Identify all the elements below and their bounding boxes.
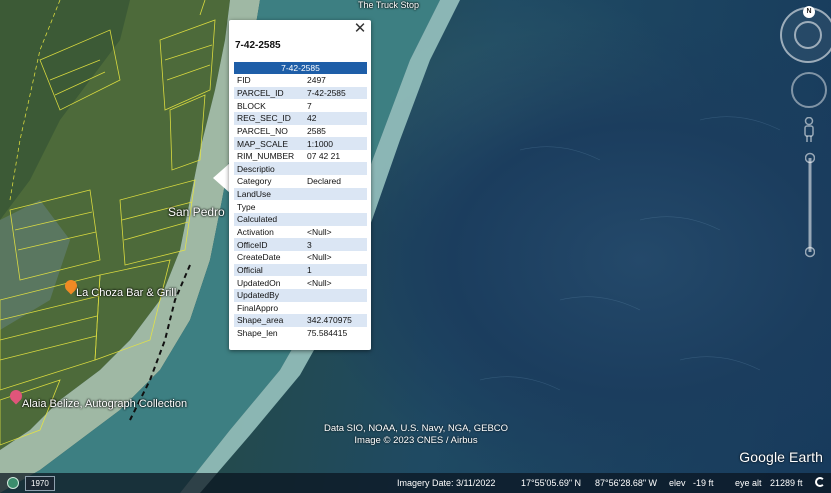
longitude-readout: 87°56'28.68" W — [595, 478, 658, 488]
attribute-key: REG_SEC_ID — [234, 111, 304, 125]
eye-altitude-label: eye alt — [735, 478, 762, 488]
eye-altitude-value: 21289 ft — [770, 478, 803, 488]
attribute-key: BLOCK — [237, 100, 266, 111]
historical-imagery-icon[interactable] — [7, 477, 19, 489]
attribute-row: PARCEL_NO 2585 — [234, 125, 367, 138]
attribute-key: Calculated — [234, 213, 304, 226]
attribute-key: Descriptio — [234, 162, 304, 176]
imagery-attribution: Data SIO, NOAA, U.S. Navy, NGA, GEBCO Im… — [300, 423, 532, 447]
attribute-value — [304, 200, 367, 213]
attribute-value: <Null> — [307, 227, 332, 237]
attribute-key: PARCEL_NO — [237, 125, 288, 136]
attribute-value: 42 — [304, 111, 367, 125]
attribute-row: Official 1 — [234, 263, 367, 277]
attribute-value: 1 — [304, 263, 367, 277]
attribute-key: Type — [237, 201, 256, 212]
attribute-value: Declared — [307, 176, 342, 187]
attribute-value: <Null> — [307, 252, 332, 263]
attribute-key: RIM_NUMBER — [237, 151, 295, 162]
compass-icon[interactable]: N — [780, 6, 831, 63]
hotel-label[interactable]: Alaia Belize, Autograph Collection — [22, 398, 187, 410]
attribute-row: CreateDate <Null> — [234, 251, 367, 264]
attribute-value: 2585 — [307, 125, 326, 136]
imagery-date: Imagery Date: 3/11/2022 — [397, 478, 496, 488]
attribute-value: 75.584415 — [307, 328, 348, 339]
attribute-key: Activation — [237, 227, 274, 237]
attribute-value: 7 — [307, 100, 312, 111]
attribute-value — [304, 162, 367, 176]
attribute-key: MAP_SCALE — [234, 137, 304, 150]
attribute-key: Shape_len — [237, 328, 278, 339]
attribute-row: Activation <Null> — [234, 226, 367, 239]
attribute-row: UpdatedBy — [234, 288, 367, 302]
attribute-key: LandUse — [234, 187, 304, 201]
elevation-value: -19 ft — [693, 478, 714, 488]
attribute-key: OfficeID — [234, 238, 304, 251]
map-view[interactable]: The Truck Stop San Pedro La Choza Bar & … — [0, 0, 831, 493]
attribute-value — [304, 213, 367, 226]
attribute-row: OfficeID 3 — [234, 238, 367, 251]
attribute-key: Category — [237, 176, 272, 187]
attribute-value: 7-42-2585 — [304, 86, 367, 100]
attribute-row: MAP_SCALE 1:1000 — [234, 137, 367, 150]
attribute-key: Official — [234, 263, 304, 277]
street-view-pegman-icon[interactable] — [802, 117, 816, 143]
attribute-row: Calculated — [234, 213, 367, 226]
road-label: The Truck Stop — [358, 0, 420, 10]
attribute-row: Shape_area 342.470975 — [234, 314, 367, 327]
parcel-info-balloon: ✕ 7-42-2585 7-42-2585 FID 2497 PARCEL_ID 7-… — [229, 20, 371, 350]
attribute-value — [304, 288, 367, 302]
attribute-row: REG_SEC_ID 42 — [234, 111, 367, 125]
attribute-row: FID 2497 — [234, 74, 367, 87]
elevation-label: elev — [669, 478, 686, 488]
zoom-slider[interactable] — [805, 152, 815, 260]
loading-spinner-icon — [815, 477, 825, 487]
navigation-controls: N — [771, 0, 831, 270]
attribute-value: 2497 — [307, 75, 326, 86]
balloon-pointer — [213, 163, 230, 193]
attribute-key: Shape_area — [234, 314, 304, 327]
attribute-value: 342.470975 — [304, 314, 367, 327]
attribute-row: UpdatedOn <Null> — [234, 276, 367, 289]
attribute-key: FID — [237, 75, 251, 86]
google-earth-logo: Google Earth — [739, 449, 823, 465]
attribute-key: PARCEL_ID — [234, 86, 304, 100]
status-bar: 1970 Imagery Date: 3/11/2022 17°55'05.69… — [0, 473, 831, 493]
north-indicator[interactable]: N — [803, 6, 815, 18]
close-icon[interactable]: ✕ — [353, 21, 367, 37]
attribute-key: FinalAppro — [237, 302, 279, 313]
attribute-row: RIM_NUMBER 07 42 21 — [234, 150, 367, 163]
attribute-key: UpdatedOn — [237, 277, 281, 288]
attribute-row: LandUse — [234, 187, 367, 201]
attribute-key: UpdatedBy — [234, 288, 304, 302]
attribution-image-line: Image © 2023 CNES / Airbus — [354, 435, 478, 446]
attribute-key: CreateDate — [237, 252, 281, 263]
attribute-row: Descriptio — [234, 162, 367, 176]
historical-year-badge[interactable]: 1970 — [25, 476, 55, 491]
attribute-table-header: 7-42-2585 — [234, 62, 367, 74]
attribute-value: 07 42 21 — [307, 151, 341, 162]
attribute-row: Category Declared — [234, 175, 367, 188]
attribute-value — [304, 302, 367, 315]
attribute-table: 7-42-2585 FID 2497 PARCEL_ID 7-42-2585 BLOCK… — [234, 62, 367, 339]
attribute-value: 3 — [304, 238, 367, 251]
attribute-row: PARCEL_ID 7-42-2585 — [234, 86, 367, 100]
attribute-value: <Null> — [307, 277, 332, 288]
attribute-value — [304, 187, 367, 201]
latitude-readout: 17°55'05.69" N — [521, 478, 582, 488]
look-joystick-icon[interactable] — [791, 72, 827, 108]
attribute-value: 1:1000 — [304, 137, 367, 150]
attribution-data-line: Data SIO, NOAA, U.S. Navy, NGA, GEBCO — [323, 423, 509, 434]
restaurant-label[interactable]: La Choza Bar & Grill — [76, 287, 176, 299]
attribute-row: FinalAppro — [234, 302, 367, 315]
attribute-row: Shape_len 75.584415 — [234, 327, 367, 340]
attribute-row: BLOCK 7 — [234, 99, 367, 112]
satellite-imagery — [0, 0, 781, 493]
attribute-row: Type — [234, 200, 367, 213]
compass-ring — [794, 21, 822, 49]
balloon-title: 7-42-2585 — [235, 40, 281, 51]
town-label: San Pedro — [168, 205, 225, 219]
